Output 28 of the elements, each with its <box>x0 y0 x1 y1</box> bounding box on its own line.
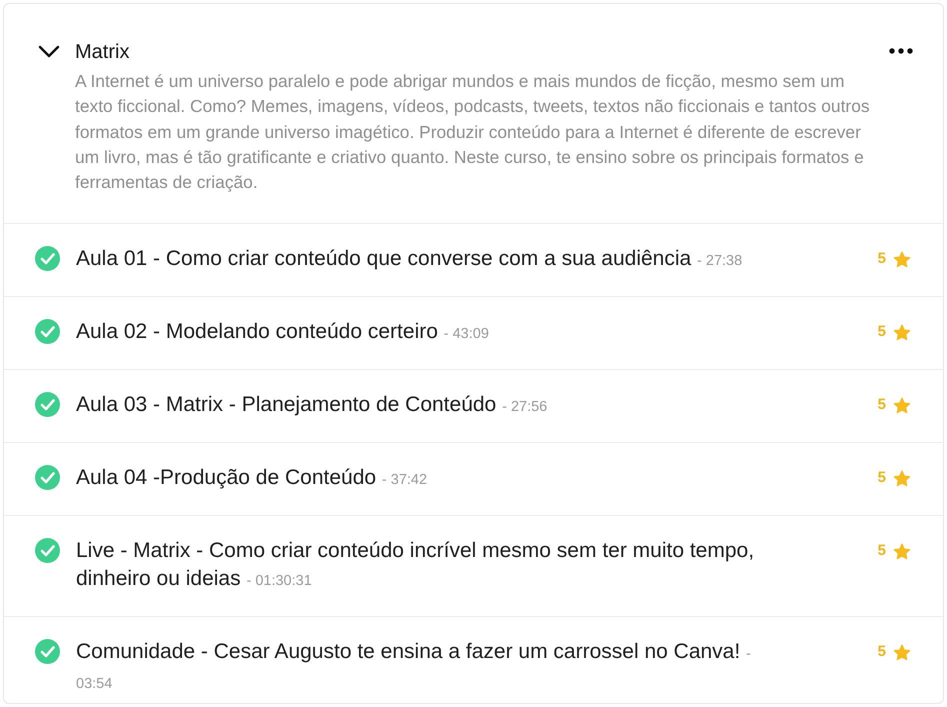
rating-value: 5 <box>878 468 886 488</box>
chevron-down-icon[interactable] <box>38 45 60 59</box>
star-icon[interactable] <box>893 396 911 415</box>
check-circle-icon[interactable] <box>35 538 60 564</box>
star-icon[interactable] <box>893 324 911 342</box>
check-circle-icon[interactable] <box>35 319 60 344</box>
lesson-title[interactable]: Aula 02 - Modelando conteúdo certeiro - 43:09 <box>76 318 756 348</box>
check-circle-icon[interactable] <box>35 392 60 418</box>
rating-value: 5 <box>878 642 886 662</box>
star-icon[interactable] <box>893 470 911 488</box>
check-circle-icon[interactable] <box>35 465 60 490</box>
rating-value: 5 <box>878 322 886 342</box>
rating-value: 5 <box>878 541 886 562</box>
lesson-title[interactable]: Aula 03 - Matrix - Planejamento de Conteúdo - 27:56 <box>76 391 756 422</box>
rating-value: 5 <box>878 249 886 270</box>
lesson-title[interactable]: Aula 04 -Produção de Conteúdo - 37:42 <box>76 464 756 494</box>
star-icon[interactable] <box>893 644 911 662</box>
lesson-title[interactable]: Live - Matrix - Como criar conteúdo incrível mesmo sem ter muito tempo, dinheiro ou ideias - 01:30:31 <box>76 537 756 596</box>
star-icon[interactable] <box>893 250 911 269</box>
star-icon[interactable] <box>893 542 911 561</box>
check-circle-icon[interactable] <box>35 639 60 664</box>
more-options-icon[interactable] <box>889 48 913 54</box>
lesson-title[interactable]: Aula 01 - Como criar conteúdo que converse com a sua audiência - 27:38 <box>76 245 756 276</box>
section-description: A Internet é um universo paralelo e pode abrigar mundos e mais mundos de ficção, mesmo sem um texto ficcional. Como? Memes, imagens, vídeos, podcasts, tweets, textos não ficcionais e tantos outros formatos em um grande universo imagético. Produzir conteúdo para a Internet é diferente de escrever um livro, mas é tão gratificante e criativo quanto. Neste curso, te ensino sobre os principais formatos e ferramentas de criação. <box>75 70 871 194</box>
lesson-title[interactable]: Comunidade - Cesar Augusto te ensina a fazer um carrossel no Canva! - 03:54 <box>76 638 756 698</box>
check-circle-icon[interactable] <box>35 246 60 272</box>
rating-value: 5 <box>878 395 886 416</box>
section-title: Matrix <box>75 40 130 64</box>
